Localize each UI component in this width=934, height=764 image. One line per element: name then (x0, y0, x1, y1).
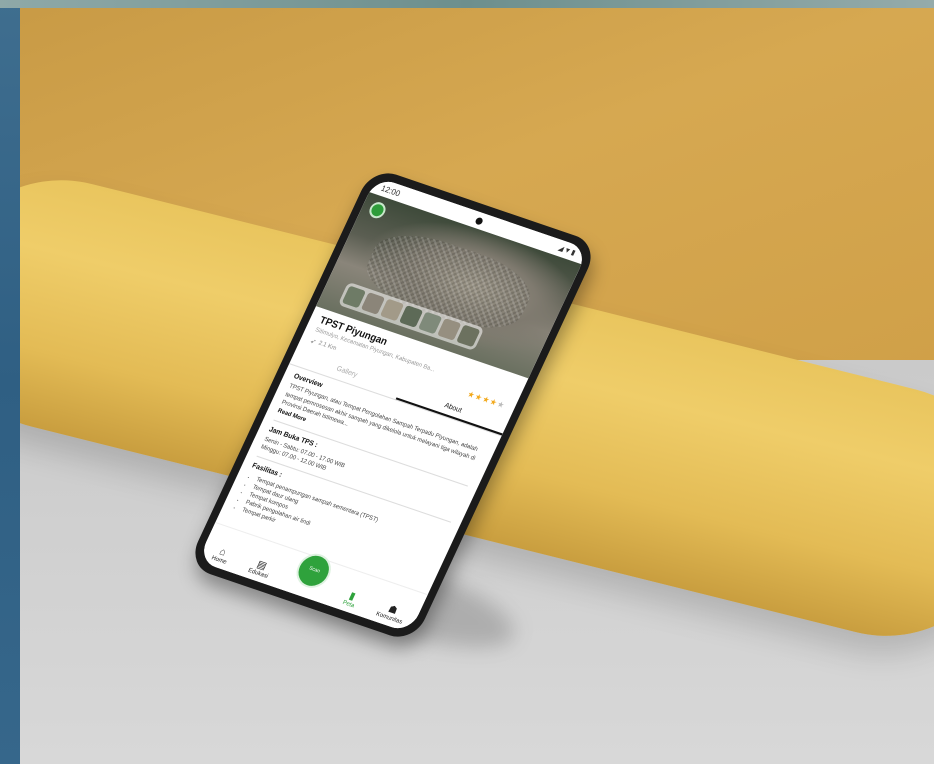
status-icons: ◢▼▮ (556, 244, 578, 258)
scan-button[interactable]: Scan (291, 549, 337, 593)
top-strip (0, 0, 934, 8)
left-blue-edge (0, 0, 20, 764)
nav-komunitas[interactable]: ☗ Komunitas (375, 601, 408, 626)
status-time: 12:00 (379, 183, 402, 198)
distance-value: 2.1 Km (317, 339, 338, 352)
gallery-thumb[interactable] (456, 324, 481, 348)
camera-hole (474, 216, 484, 226)
nav-peta-label: Peta (341, 599, 356, 610)
nav-home[interactable]: ⌂ Home (210, 545, 232, 566)
nav-home-label: Home (210, 555, 228, 566)
location-pin-icon[interactable] (366, 200, 389, 221)
nav-edukasi[interactable]: ▤ Edukasi (247, 557, 274, 580)
nav-peta[interactable]: ▮ Peta (341, 589, 360, 609)
navigation-icon: ➶ (308, 337, 318, 346)
